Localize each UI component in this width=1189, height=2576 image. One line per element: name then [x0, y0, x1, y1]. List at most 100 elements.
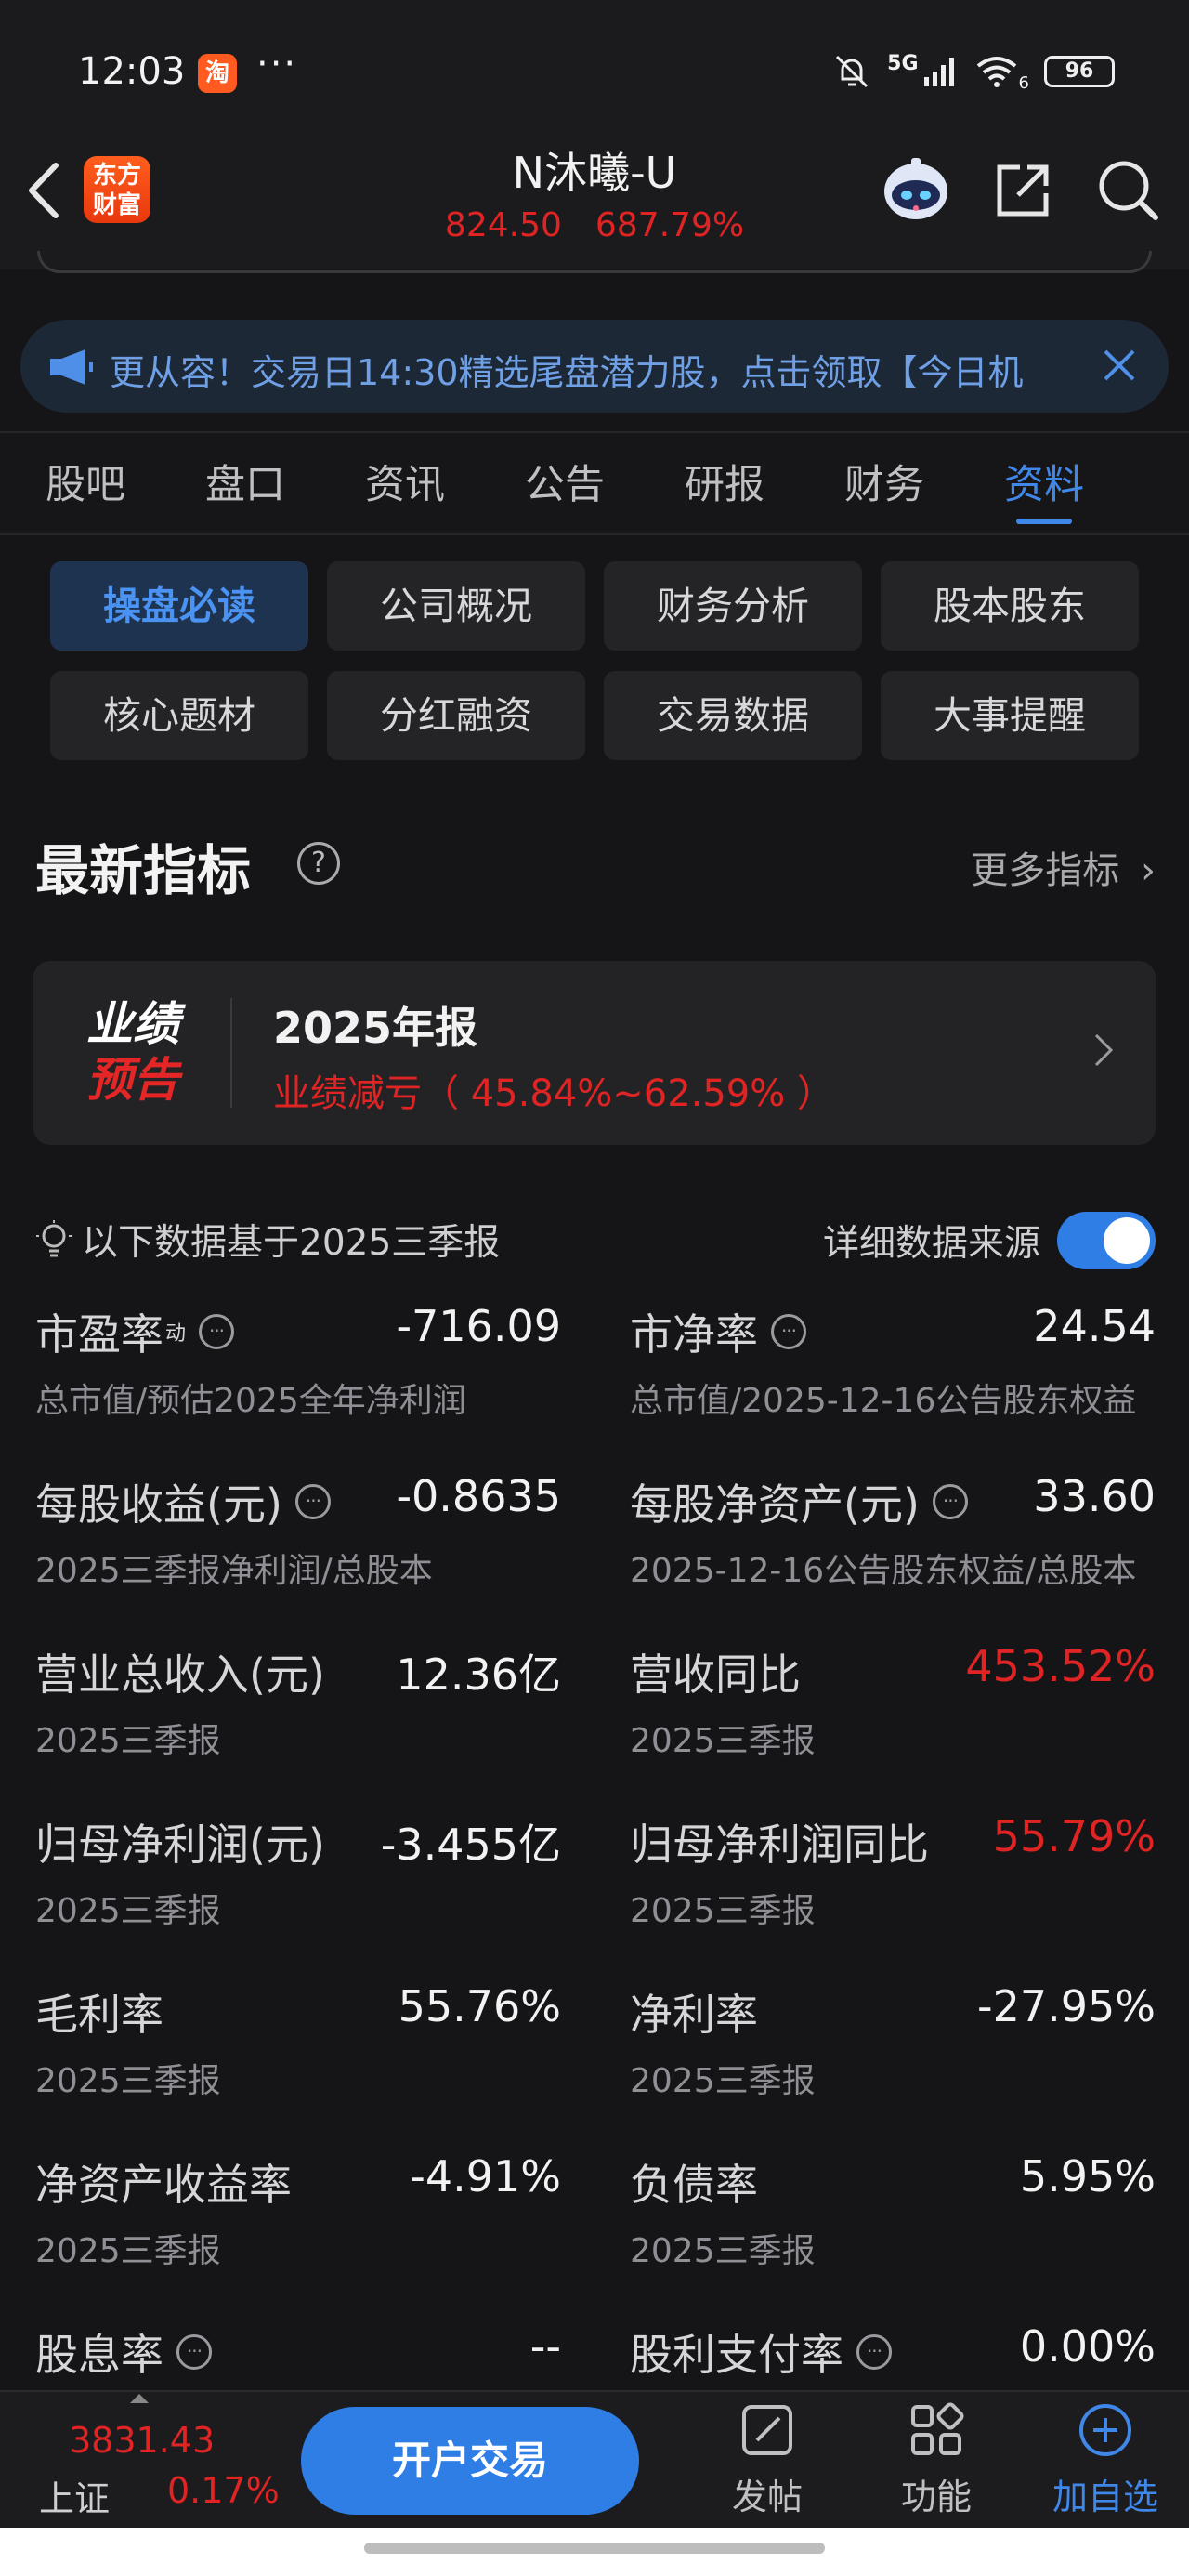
forecast-badge-line2: 预告	[86, 1053, 179, 1107]
help-icon[interactable]: ?	[297, 842, 340, 885]
metric-label: 毛利率	[35, 1981, 163, 2043]
metric-description: 2025三季报	[35, 2062, 221, 2100]
open-account-trade-button[interactable]: 开户交易	[301, 2407, 639, 2515]
metric-label: 每股收益(元) ···	[35, 1471, 331, 1532]
info-icon[interactable]: ···	[176, 2334, 212, 2370]
metric-label: 负债率	[630, 2151, 758, 2213]
search-icon[interactable]	[1096, 158, 1161, 223]
subtab-shareholders[interactable]: 股本股东	[881, 561, 1139, 651]
metric-description: 2025三季报	[35, 2232, 221, 2270]
metric-label: 营业总收入(元)	[35, 1641, 325, 1702]
metric-description: 2025三季报	[630, 2232, 816, 2270]
data-source-toggle[interactable]	[1057, 1212, 1156, 1269]
status-icons: 5G 6 96	[831, 48, 1115, 95]
stock-price: 824.50	[444, 206, 562, 244]
status-time: 12:03	[78, 50, 186, 93]
subtab-company-overview[interactable]: 公司概况	[327, 561, 585, 651]
tab-guba[interactable]: 股吧	[6, 433, 165, 533]
share-icon[interactable]	[992, 160, 1053, 221]
subtab-dividends-financing[interactable]: 分红融资	[327, 671, 585, 760]
metric-label: 每股净资产(元) ···	[630, 1471, 968, 1532]
caret-up-icon	[130, 2394, 149, 2403]
back-icon[interactable]	[22, 158, 67, 223]
stock-change-pct: 687.79%	[594, 206, 745, 244]
tab-finance[interactable]: 财务	[804, 433, 964, 533]
network-5g-label: 5G	[887, 51, 919, 75]
chevron-right-icon: ›	[1141, 849, 1156, 892]
tab-pankou[interactable]: 盘口	[165, 433, 325, 533]
metric-label-sup: 动	[165, 1322, 187, 1346]
metric-label: 市净率 ···	[630, 1301, 806, 1362]
divider	[230, 998, 232, 1108]
metric-description: 2025三季报	[630, 2062, 816, 2100]
metric-value: 5.95%	[1019, 2151, 1156, 2201]
subtab-financial-analysis[interactable]: 财务分析	[604, 561, 862, 651]
metric-label-text: 市净率	[630, 1309, 758, 1360]
wifi-sub-label: 6	[1018, 72, 1029, 93]
subtab-core-themes[interactable]: 核心题材	[50, 671, 308, 760]
more-indicators-link[interactable]: 更多指标 ›	[971, 840, 1156, 894]
metric-description: 2025三季报	[630, 1722, 816, 1760]
metric-label: 股息率 ···	[35, 2321, 212, 2383]
forecast-title: 2025年报	[273, 1003, 478, 1053]
info-icon[interactable]: ···	[856, 2334, 892, 2370]
data-basis-text: 以下数据基于2025三季报	[82, 1222, 501, 1264]
metric-label-text: 净资产收益率	[35, 2160, 292, 2210]
more-indicators-label: 更多指标	[971, 849, 1120, 892]
metric-value: 453.52%	[965, 1641, 1156, 1691]
metric-value: -3.455亿	[380, 1820, 561, 1870]
metric-description: 总市值/2025-12-16公告股东权益	[630, 1382, 1137, 1420]
close-icon[interactable]	[1098, 344, 1141, 387]
tab-research[interactable]: 研报	[645, 433, 804, 533]
metric-label: 净利率	[630, 1981, 758, 2043]
edit-icon	[742, 2405, 792, 2455]
index-value[interactable]: 3831.43	[69, 2420, 215, 2461]
earnings-forecast-card[interactable]: 业绩 预告 2025年报 业绩减亏（ 45.84%~62.59% ）	[33, 961, 1156, 1145]
data-basis-note: 以下数据基于2025三季报	[35, 1214, 500, 1266]
taobao-notification-icon: 淘	[198, 54, 237, 93]
data-source-control: 详细数据来源	[823, 1212, 1156, 1269]
metric-label-text: 股利支付率	[630, 2330, 843, 2380]
metric-label-text: 净利率	[630, 1990, 758, 2040]
metric-value: -716.09	[396, 1301, 561, 1351]
robot-assistant-icon[interactable]	[879, 156, 953, 223]
home-indicator[interactable]	[364, 2543, 825, 2554]
subtab-major-events[interactable]: 大事提醒	[881, 671, 1139, 760]
forecast-badge: 业绩 预告	[72, 996, 193, 1108]
metric-label-text: 每股收益(元)	[35, 1479, 282, 1530]
index-change[interactable]: 0.17%	[167, 2470, 280, 2511]
info-icon[interactable]: ···	[294, 1484, 331, 1519]
metric-label-text: 市盈率	[35, 1309, 163, 1360]
notice-banner[interactable]: 更从容！交易日14:30精选尾盘潜力股，点击领取【今日机	[20, 320, 1169, 413]
info-icon[interactable]: ···	[932, 1484, 968, 1519]
tab-news[interactable]: 资讯	[325, 433, 485, 533]
info-icon[interactable]: ···	[199, 1314, 235, 1349]
notice-text[interactable]: 更从容！交易日14:30精选尾盘潜力股，点击领取【今日机	[110, 344, 1104, 395]
info-icon[interactable]: ···	[771, 1314, 806, 1349]
nav-add-watchlist[interactable]: 加自选	[1040, 2401, 1170, 2519]
metric-value: 55.76%	[398, 1981, 561, 2031]
wifi-icon	[976, 57, 1016, 87]
section-title: 最新指标	[35, 839, 252, 902]
metric-label-text: 营收同比	[630, 1649, 801, 1700]
grid-icon	[911, 2402, 964, 2455]
tab-announcements[interactable]: 公告	[485, 433, 645, 533]
metric-label: 市盈率动 ···	[35, 1301, 235, 1362]
metric-description: 2025-12-16公告股东权益/总股本	[630, 1552, 1137, 1590]
subtab-trading-essentials[interactable]: 操盘必读	[50, 561, 308, 651]
subtab-trading-data[interactable]: 交易数据	[604, 671, 862, 760]
header-panel-edge	[37, 251, 1152, 273]
metric-label-text: 归母净利润(元)	[35, 1820, 325, 1870]
add-circle-icon	[1079, 2404, 1131, 2456]
forecast-summary: 业绩减亏（ 45.84%~62.59% ）	[273, 1072, 834, 1115]
data-source-label: 详细数据来源	[822, 1223, 1040, 1265]
brand-logo: 东方 财富	[84, 156, 150, 223]
tab-profile[interactable]: 资料	[964, 433, 1124, 533]
metric-value: -4.91%	[410, 2151, 561, 2201]
metric-description: 总市值/预估2025全年净利润	[35, 1382, 466, 1420]
forecast-badge-line1: 业绩	[86, 997, 179, 1051]
nav-post[interactable]: 发帖	[702, 2401, 832, 2519]
lightbulb-icon	[36, 1220, 72, 1257]
index-name[interactable]: 上证	[39, 2470, 110, 2521]
nav-functions[interactable]: 功能	[871, 2401, 1001, 2519]
